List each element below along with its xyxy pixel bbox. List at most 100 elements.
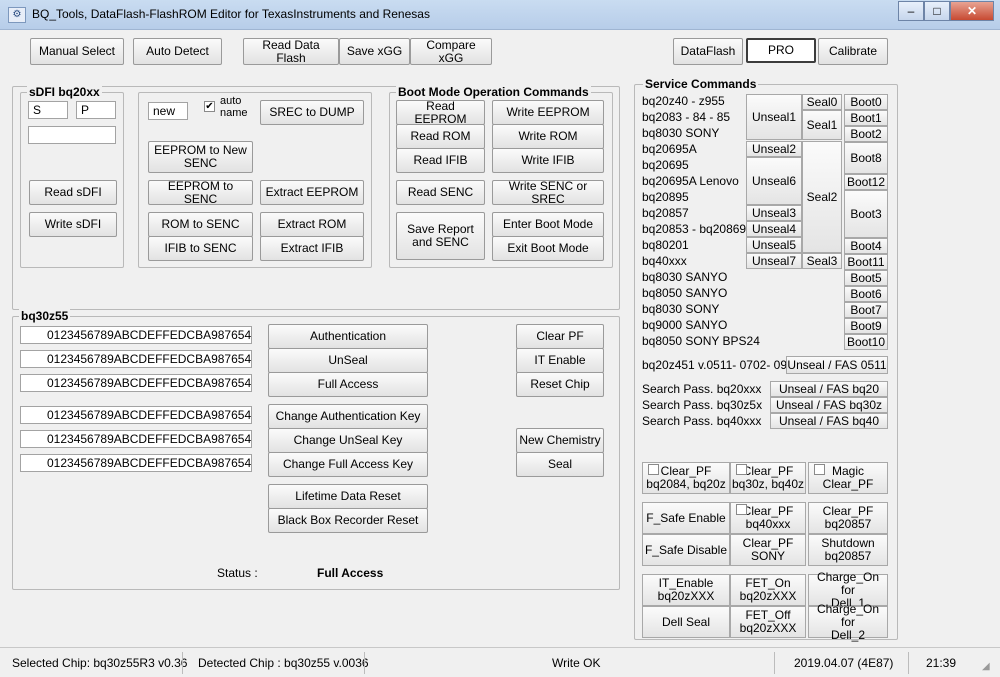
boot12-button[interactable]: Boot12 xyxy=(844,174,888,190)
read-ifib-button[interactable]: Read IFIB xyxy=(396,148,485,173)
seal-button[interactable]: Seal xyxy=(516,452,604,477)
auto-name-checkbox[interactable]: ✔ xyxy=(204,101,215,112)
boot5-button[interactable]: Boot5 xyxy=(844,270,888,286)
black-box-recorder-reset-button[interactable]: Black Box Recorder Reset xyxy=(268,508,428,533)
sdfi-p-field[interactable]: P xyxy=(76,101,116,119)
boot3-button[interactable]: Boot3 xyxy=(844,190,888,238)
unseal-button[interactable]: UnSeal xyxy=(268,348,428,373)
name-field[interactable]: new xyxy=(148,102,188,120)
pro-button[interactable]: PRO xyxy=(746,38,816,63)
dataflash-button[interactable]: DataFlash xyxy=(673,38,743,65)
compare-xgg-button[interactable]: Compare xGG xyxy=(410,38,492,65)
clear-pf-button[interactable]: Clear PF xyxy=(516,324,604,349)
extract-ifib-button[interactable]: Extract IFIB xyxy=(260,236,364,261)
magic-clear-pf-checkbox[interactable] xyxy=(814,464,825,475)
boot8-button[interactable]: Boot8 xyxy=(844,142,888,174)
f-safe-disable-button[interactable]: F_Safe Disable xyxy=(642,534,730,566)
boot0-button[interactable]: Boot0 xyxy=(844,94,888,110)
boot4-button[interactable]: Boot4 xyxy=(844,238,888,254)
srec-to-dump-button[interactable]: SREC to DUMP xyxy=(260,100,364,125)
exit-boot-mode-button[interactable]: Exit Boot Mode xyxy=(492,236,604,261)
manual-select-button[interactable]: Manual Select xyxy=(30,38,124,65)
it-enable-bq20z-button[interactable]: IT_Enable bq20zXXX xyxy=(642,574,730,606)
read-eeprom-button[interactable]: Read EEPROM xyxy=(396,99,485,125)
save-report-and-senc-button[interactable]: Save Report and SENC xyxy=(396,212,485,260)
close-button[interactable]: ✕ xyxy=(950,1,994,21)
change-full-access-key-button[interactable]: Change Full Access Key xyxy=(268,452,428,477)
eeprom-to-new-senc-button[interactable]: EEPROM to New SENC xyxy=(148,141,253,173)
new-unseal-key-field[interactable]: 0123456789ABCDEFFEDCBA9876543210 xyxy=(20,430,252,448)
unseal4-button[interactable]: Unseal4 xyxy=(746,221,802,237)
write-ifib-button[interactable]: Write IFIB xyxy=(492,148,604,173)
lifetime-data-reset-button[interactable]: Lifetime Data Reset xyxy=(268,484,428,509)
unseal7-button[interactable]: Unseal7 xyxy=(746,253,802,269)
read-senc-button[interactable]: Read SENC xyxy=(396,180,485,205)
reset-chip-button[interactable]: Reset Chip xyxy=(516,372,604,397)
ifib-to-senc-button[interactable]: IFIB to SENC xyxy=(148,236,253,261)
new-full-access-key-field[interactable]: 0123456789ABCDEFFEDCBA9876543210 xyxy=(20,454,252,472)
write-sdfi-button[interactable]: Write sDFI xyxy=(29,212,117,237)
enter-boot-mode-button[interactable]: Enter Boot Mode xyxy=(492,212,604,237)
calibrate-button[interactable]: Calibrate xyxy=(818,38,888,65)
write-rom-button[interactable]: Write ROM xyxy=(492,124,604,149)
shutdown-bq20857-button[interactable]: Shutdown bq20857 xyxy=(808,534,888,566)
fet-on-button[interactable]: FET_On bq20zXXX xyxy=(730,574,806,606)
new-authentication-key-field[interactable]: 0123456789ABCDEFFEDCBA9876543210 xyxy=(20,406,252,424)
boot2-button[interactable]: Boot2 xyxy=(844,126,888,142)
unseal-fas-bq40-button[interactable]: Unseal / FAS bq40 xyxy=(770,413,888,429)
auto-detect-button[interactable]: Auto Detect xyxy=(133,38,222,65)
save-xgg-button[interactable]: Save xGG xyxy=(339,38,410,65)
change-authentication-key-button[interactable]: Change Authentication Key xyxy=(268,404,428,429)
authentication-key-field[interactable]: 0123456789ABCDEFFEDCBA9876543210 xyxy=(20,326,252,344)
unseal5-button[interactable]: Unseal5 xyxy=(746,237,802,253)
unseal1-button[interactable]: Unseal1 xyxy=(746,94,802,140)
clear-pf-sony-button[interactable]: Clear_PF SONY xyxy=(730,534,806,566)
seal0-button[interactable]: Seal0 xyxy=(802,94,842,110)
unseal3-button[interactable]: Unseal3 xyxy=(746,205,802,221)
read-data-flash-button[interactable]: Read Data Flash xyxy=(243,38,339,65)
maximize-button[interactable]: □ xyxy=(924,1,950,21)
unseal-fas-bq20-button[interactable]: Unseal / FAS bq20 xyxy=(770,381,888,397)
search-pass-label: Search Pass. bq30z5x xyxy=(642,398,763,412)
fet-off-button[interactable]: FET_Off bq20zXXX xyxy=(730,606,806,638)
write-eeprom-button[interactable]: Write EEPROM xyxy=(492,100,604,125)
write-senc-or-srec-button[interactable]: Write SENC or SREC xyxy=(492,179,604,205)
minimize-button[interactable]: – xyxy=(898,1,924,21)
sdfi-s-field[interactable]: S xyxy=(28,101,68,119)
unseal-key-field[interactable]: 0123456789ABCDEFFEDCBA9876543210 xyxy=(20,350,252,368)
boot11-button[interactable]: Boot11 xyxy=(844,254,888,270)
unseal-fas-bq30z-button[interactable]: Unseal / FAS bq30z xyxy=(770,397,888,413)
unseal2-button[interactable]: Unseal2 xyxy=(746,141,802,157)
read-rom-button[interactable]: Read ROM xyxy=(396,124,485,149)
seal3-button[interactable]: Seal3 xyxy=(802,253,842,269)
it-enable-button[interactable]: IT Enable xyxy=(516,348,604,373)
boot7-button[interactable]: Boot7 xyxy=(844,302,888,318)
clear-pf-bq40xxx-checkbox[interactable] xyxy=(736,504,747,515)
clear-pf-bq2084-checkbox[interactable] xyxy=(648,464,659,475)
clear-pf-bq20857-button[interactable]: Clear_PF bq20857 xyxy=(808,502,888,534)
extract-rom-button[interactable]: Extract ROM xyxy=(260,212,364,237)
change-unseal-key-button[interactable]: Change UnSeal Key xyxy=(268,428,428,453)
dell-seal-button[interactable]: Dell Seal xyxy=(642,606,730,638)
full-access-button[interactable]: Full Access xyxy=(268,372,428,397)
boot10-button[interactable]: Boot10 xyxy=(844,334,888,350)
seal1-button[interactable]: Seal1 xyxy=(802,110,842,140)
extract-eeprom-button[interactable]: Extract EEPROM xyxy=(260,180,364,205)
clear-pf-bq30z-checkbox[interactable] xyxy=(736,464,747,475)
seal2-button[interactable]: Seal2 xyxy=(802,141,842,253)
new-chemistry-button[interactable]: New Chemistry xyxy=(516,428,604,453)
authentication-button[interactable]: Authentication xyxy=(268,324,428,349)
boot1-button[interactable]: Boot1 xyxy=(844,110,888,126)
unseal6-button[interactable]: Unseal6 xyxy=(746,157,802,205)
full-access-key-field[interactable]: 0123456789ABCDEFFEDCBA9876543210 xyxy=(20,374,252,392)
boot6-button[interactable]: Boot6 xyxy=(844,286,888,302)
resize-grip-icon[interactable]: ◢ xyxy=(982,660,996,674)
f-safe-enable-button[interactable]: F_Safe Enable xyxy=(642,502,730,534)
boot9-button[interactable]: Boot9 xyxy=(844,318,888,334)
rom-to-senc-button[interactable]: ROM to SENC xyxy=(148,212,253,237)
sdfi-extra-field[interactable] xyxy=(28,126,116,144)
unseal-fas-0511-button[interactable]: Unseal / FAS 0511 xyxy=(786,356,888,374)
charge-on-dell2-button[interactable]: Charge_On for Dell_2 xyxy=(808,602,888,641)
read-sdfi-button[interactable]: Read sDFI xyxy=(29,180,117,205)
eeprom-to-senc-button[interactable]: EEPROM to SENC xyxy=(148,179,253,205)
